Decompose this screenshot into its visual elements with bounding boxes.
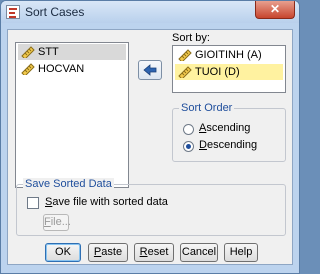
variable-list[interactable]: STT HOCVAN — [15, 42, 129, 188]
ascending-label[interactable]: Ascending — [199, 122, 250, 134]
sort-by-label: Sort by: — [172, 32, 210, 44]
variable-label: HOCVAN — [38, 63, 85, 75]
save-file-label[interactable]: Save file with sorted data — [45, 196, 168, 208]
reset-button[interactable]: Reset — [134, 243, 174, 262]
sort-item-gioitinh[interactable]: GIOITINH (A) — [175, 47, 283, 63]
sort-cases-dialog: Sort Cases ✕ STT HOCVAN Sort by: GIOITIN… — [0, 0, 300, 274]
arrow-left-icon — [143, 64, 157, 76]
variable-label: STT — [38, 46, 59, 58]
variable-item-stt[interactable]: STT — [18, 44, 126, 60]
sort-item-label: GIOITINH (A) — [195, 49, 262, 61]
sort-order-title: Sort Order — [179, 102, 235, 114]
save-file-checkbox[interactable] — [27, 197, 39, 209]
scale-variable-icon — [178, 49, 192, 61]
help-button[interactable]: Help — [224, 243, 258, 262]
ok-button[interactable]: OK — [45, 243, 81, 262]
scale-variable-icon — [178, 66, 192, 78]
sort-by-list[interactable]: GIOITINH (A) TUOI (D) — [172, 45, 286, 93]
cancel-button[interactable]: Cancel — [180, 243, 218, 262]
sort-item-label: TUOI (D) — [195, 66, 240, 78]
save-sorted-data-group: Save Sorted Data Save file with sorted d… — [16, 178, 286, 236]
variable-item-hocvan[interactable]: HOCVAN — [18, 61, 126, 77]
sort-order-group: Sort Order Ascending Descending — [172, 102, 286, 162]
scale-variable-icon — [21, 46, 35, 58]
title-bar[interactable]: Sort Cases ✕ — [1, 1, 299, 23]
app-icon — [6, 5, 20, 19]
ascending-radio[interactable] — [183, 124, 194, 135]
close-button[interactable]: ✕ — [255, 1, 295, 19]
sort-item-tuoi[interactable]: TUOI (D) — [175, 64, 283, 80]
descending-radio[interactable] — [183, 141, 194, 152]
move-variable-button[interactable] — [138, 60, 162, 80]
dialog-body: STT HOCVAN Sort by: GIOITINH (A) TUOI (D… — [7, 29, 293, 265]
file-button[interactable]: File... — [43, 214, 71, 231]
save-sorted-data-title: Save Sorted Data — [23, 178, 114, 190]
descending-label[interactable]: Descending — [199, 139, 257, 151]
scale-variable-icon — [21, 63, 35, 75]
paste-button[interactable]: Paste — [88, 243, 128, 262]
window-title: Sort Cases — [25, 5, 85, 19]
